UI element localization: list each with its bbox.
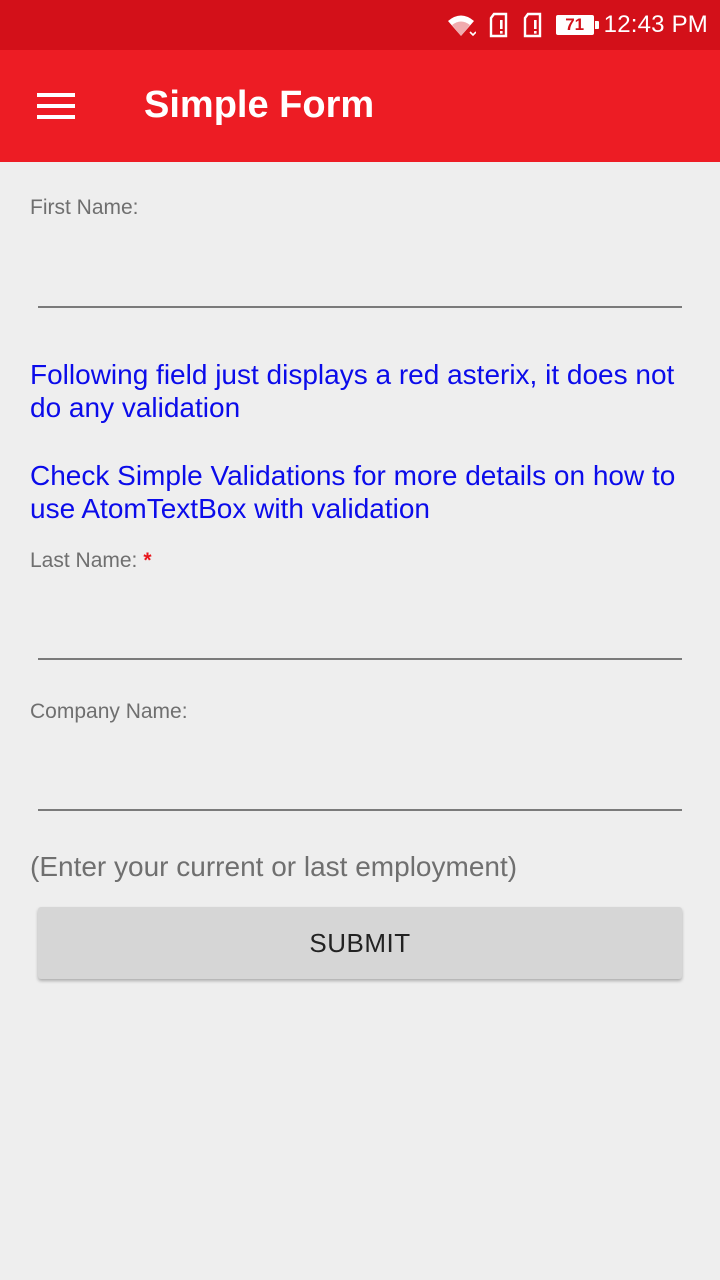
battery-icon: 71 <box>555 15 599 35</box>
required-asterisk: * <box>143 549 152 572</box>
asterisk-info-text: Following field just displays a red aste… <box>30 359 675 423</box>
sim-card-icon <box>522 12 544 38</box>
battery-level: 71 <box>565 15 585 34</box>
validation-info-text: Check Simple Validations for more detail… <box>30 460 676 524</box>
company-hint-text: (Enter your current or last employment) <box>30 851 518 882</box>
hamburger-menu-icon[interactable] <box>22 80 90 132</box>
last-name-label: Last Name: * <box>30 549 152 573</box>
clock: 12:43 PM <box>603 11 708 38</box>
last-name-label-text: Last Name: <box>30 549 138 572</box>
app-bar: Simple Form <box>0 50 720 162</box>
submit-button[interactable]: SUBMIT <box>38 907 682 979</box>
first-name-label: First Name: <box>30 196 139 219</box>
first-name-input[interactable] <box>38 256 682 308</box>
status-bar: 71 12:43 PM <box>0 0 720 50</box>
company-name-input[interactable] <box>38 759 682 811</box>
wifi-icon <box>446 12 476 38</box>
status-icons: 71 12:43 PM <box>446 0 708 50</box>
page-title: Simple Form <box>144 84 375 126</box>
sim-card-icon <box>488 12 510 38</box>
last-name-input[interactable] <box>38 608 682 660</box>
company-name-label: Company Name: <box>30 700 188 723</box>
